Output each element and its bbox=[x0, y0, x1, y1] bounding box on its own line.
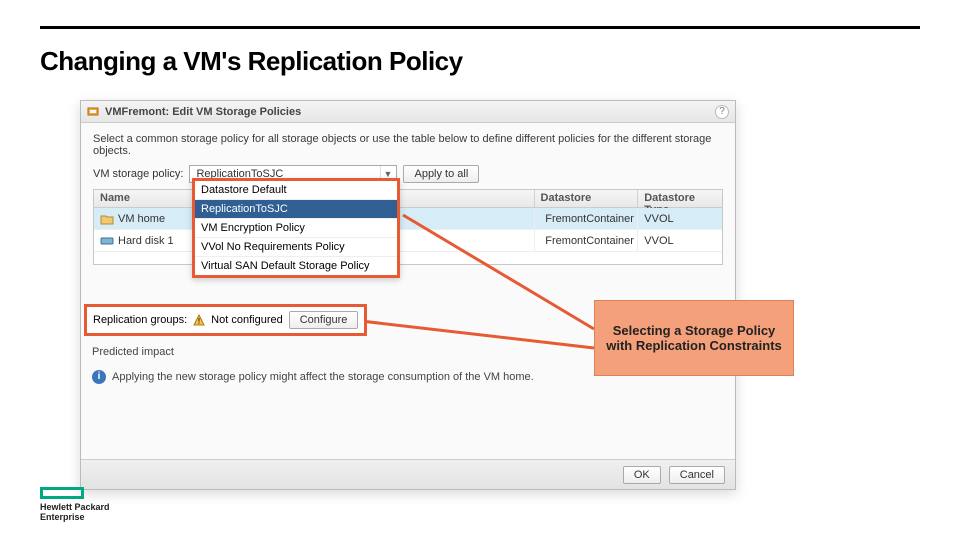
replication-groups-box: Replication groups: Not configured Confi… bbox=[84, 304, 367, 336]
slide-title: Changing a VM's Replication Policy bbox=[40, 46, 463, 77]
predicted-impact-label: Predicted impact bbox=[92, 346, 174, 358]
row-name: VM home bbox=[118, 213, 165, 225]
hpe-logo-bar bbox=[40, 487, 84, 499]
table-row[interactable]: VM home ▼ FremontContainer VVOL bbox=[94, 208, 722, 230]
table-row[interactable]: Hard disk 1 ▼ FremontContainer VVOL bbox=[94, 230, 722, 252]
info-icon: i bbox=[92, 370, 106, 384]
hpe-logo-line2: Enterprise bbox=[40, 513, 110, 522]
edit-storage-policies-dialog: VMFremont: Edit VM Storage Policies ? Se… bbox=[80, 100, 736, 490]
callout-box: Selecting a Storage Policy with Replicat… bbox=[594, 300, 794, 376]
storage-policy-dropdown-open: Datastore Default ReplicationToSJC VM En… bbox=[192, 178, 400, 278]
disk-icon bbox=[100, 235, 114, 247]
warning-icon bbox=[193, 314, 205, 326]
apply-to-all-button[interactable]: Apply to all bbox=[403, 165, 479, 183]
col-dstype-header: Datastore Type bbox=[638, 190, 722, 207]
replication-groups-label: Replication groups: bbox=[93, 314, 187, 326]
dropdown-option[interactable]: Virtual SAN Default Storage Policy bbox=[195, 257, 397, 275]
storage-policy-row: VM storage policy: ReplicationToSJC ▼ Ap… bbox=[93, 165, 723, 183]
row-dstype: VVOL bbox=[644, 235, 673, 247]
dropdown-option[interactable]: Datastore Default bbox=[195, 181, 397, 200]
folder-icon bbox=[100, 213, 114, 225]
row-name: Hard disk 1 bbox=[118, 235, 174, 247]
dropdown-option[interactable]: ReplicationToSJC bbox=[195, 200, 397, 219]
cancel-button[interactable]: Cancel bbox=[669, 466, 725, 484]
vm-icon bbox=[87, 106, 99, 118]
storage-policy-label: VM storage policy: bbox=[93, 168, 183, 180]
hpe-logo: Hewlett Packard Enterprise bbox=[40, 487, 110, 522]
row-datastore: FremontContainer bbox=[545, 235, 634, 247]
col-datastore-header: Datastore bbox=[535, 190, 639, 207]
dialog-instructions: Select a common storage policy for all s… bbox=[93, 133, 723, 157]
storage-objects-table: Name Datastore Datastore Type VM home ▼ bbox=[93, 189, 723, 265]
dropdown-option[interactable]: VVol No Requirements Policy bbox=[195, 238, 397, 257]
impact-info-row: i Applying the new storage policy might … bbox=[92, 370, 534, 384]
dialog-footer: OK Cancel bbox=[81, 459, 735, 489]
dialog-titlebar: VMFremont: Edit VM Storage Policies ? bbox=[81, 101, 735, 123]
table-header: Name Datastore Datastore Type bbox=[94, 190, 722, 208]
ok-button[interactable]: OK bbox=[623, 466, 661, 484]
slide-top-rule bbox=[40, 26, 920, 29]
callout-text: Selecting a Storage Policy with Replicat… bbox=[599, 323, 789, 353]
row-dstype: VVOL bbox=[644, 213, 673, 225]
row-datastore: FremontContainer bbox=[545, 213, 634, 225]
configure-button[interactable]: Configure bbox=[289, 311, 359, 329]
impact-text: Applying the new storage policy might af… bbox=[112, 371, 534, 383]
help-icon[interactable]: ? bbox=[715, 105, 729, 119]
dialog-title: VMFremont: Edit VM Storage Policies bbox=[105, 106, 709, 118]
dropdown-option[interactable]: VM Encryption Policy bbox=[195, 219, 397, 238]
replication-groups-status: Not configured bbox=[211, 314, 283, 326]
